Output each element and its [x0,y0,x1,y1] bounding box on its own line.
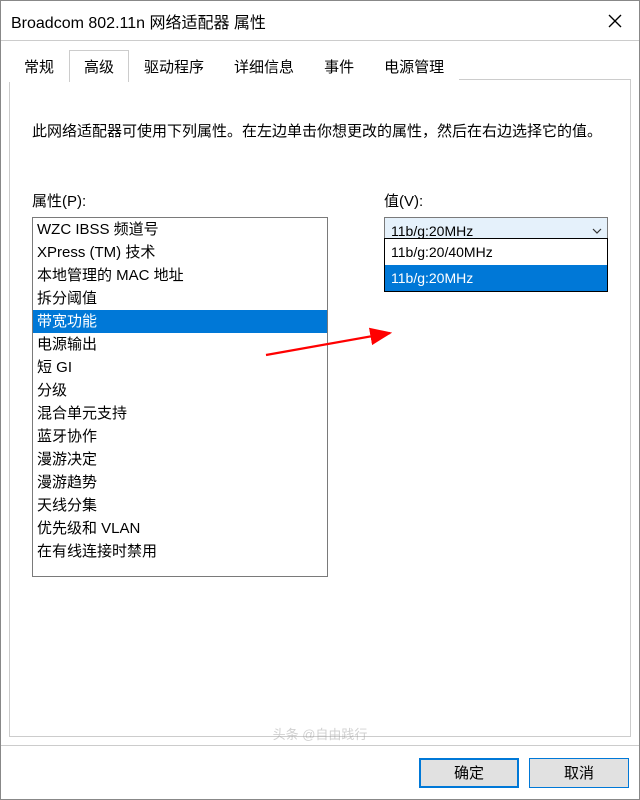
tab-advanced[interactable]: 高级 [69,50,129,82]
list-item[interactable]: 漫游趋势 [33,471,327,494]
tab-events[interactable]: 事件 [309,50,369,82]
dialog-footer: 确定 取消 [1,745,639,799]
list-item[interactable]: 天线分集 [33,494,327,517]
close-icon [608,14,622,28]
chevron-down-icon [587,228,607,234]
list-item[interactable]: 带宽功能 [33,310,327,333]
properties-label: 属性(P): [32,190,340,211]
list-item[interactable]: 蓝牙协作 [33,425,327,448]
list-item[interactable]: 分级 [33,379,327,402]
ok-button[interactable]: 确定 [419,758,519,788]
dropdown-option[interactable]: 11b/g:20/40MHz [385,239,607,265]
list-item[interactable]: XPress (TM) 技术 [33,241,327,264]
value-dropdown[interactable]: 11b/g:20/40MHz 11b/g:20MHz [384,238,608,292]
list-item[interactable]: 短 GI [33,356,327,379]
list-item[interactable]: WZC IBSS 频道号 [33,218,327,241]
value-label: 值(V): [384,190,608,211]
tab-content-advanced: 此网络适配器可使用下列属性。在左边单击你想更改的属性，然后在右边选择它的值。 属… [10,80,630,589]
tab-general[interactable]: 常规 [9,50,69,82]
list-item[interactable]: 电源输出 [33,333,327,356]
dropdown-option[interactable]: 11b/g:20MHz [385,265,607,291]
list-item[interactable]: 混合单元支持 [33,402,327,425]
tab-driver[interactable]: 驱动程序 [129,50,219,82]
list-item[interactable]: 漫游决定 [33,448,327,471]
close-button[interactable] [591,1,639,41]
description-text: 此网络适配器可使用下列属性。在左边单击你想更改的属性，然后在右边选择它的值。 [32,120,608,144]
list-item[interactable]: 本地管理的 MAC 地址 [33,264,327,287]
list-item[interactable]: 在有线连接时禁用 [33,540,327,563]
tab-strip: 常规 高级 驱动程序 详细信息 事件 电源管理 [9,50,459,82]
value-selected-text: 11b/g:20MHz [385,223,587,239]
dialog-window: Broadcom 802.11n 网络适配器 属性 常规 高级 驱动程序 详细信… [0,0,640,800]
list-item[interactable]: 拆分阈值 [33,287,327,310]
list-item[interactable]: 优先级和 VLAN [33,517,327,540]
window-title: Broadcom 802.11n 网络适配器 属性 [1,9,591,33]
tab-power[interactable]: 电源管理 [369,50,459,82]
tab-container: 常规 高级 驱动程序 详细信息 事件 电源管理 此网络适配器可使用下列属性。在左… [9,79,631,737]
properties-listbox[interactable]: WZC IBSS 频道号 XPress (TM) 技术 本地管理的 MAC 地址… [32,217,328,577]
cancel-button[interactable]: 取消 [529,758,629,788]
tab-details[interactable]: 详细信息 [219,50,309,82]
titlebar: Broadcom 802.11n 网络适配器 属性 [1,1,639,41]
